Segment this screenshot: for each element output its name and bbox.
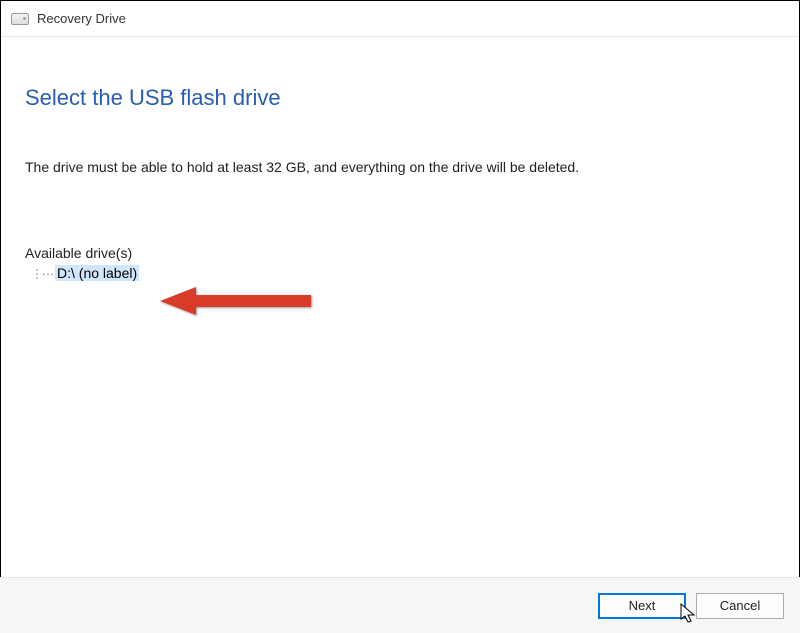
wizard-footer: Next Cancel	[0, 577, 800, 633]
drive-list-item[interactable]: D:\ (no label)	[55, 265, 139, 281]
titlebar: Recovery Drive	[1, 1, 799, 37]
wizard-content: Select the USB flash drive The drive mus…	[1, 37, 799, 577]
tree-connector-icon: ⋮⋯	[31, 267, 53, 281]
annotation-arrow-icon	[156, 281, 316, 321]
drive-icon	[11, 13, 29, 25]
drive-tree: ⋮⋯D:\ (no label)	[25, 265, 775, 283]
next-button[interactable]: Next	[598, 593, 686, 619]
instruction-text: The drive must be able to hold at least …	[25, 159, 775, 175]
window-title: Recovery Drive	[37, 11, 126, 26]
cancel-button[interactable]: Cancel	[696, 593, 784, 619]
available-drives-label: Available drive(s)	[25, 245, 775, 261]
page-heading: Select the USB flash drive	[25, 85, 775, 111]
